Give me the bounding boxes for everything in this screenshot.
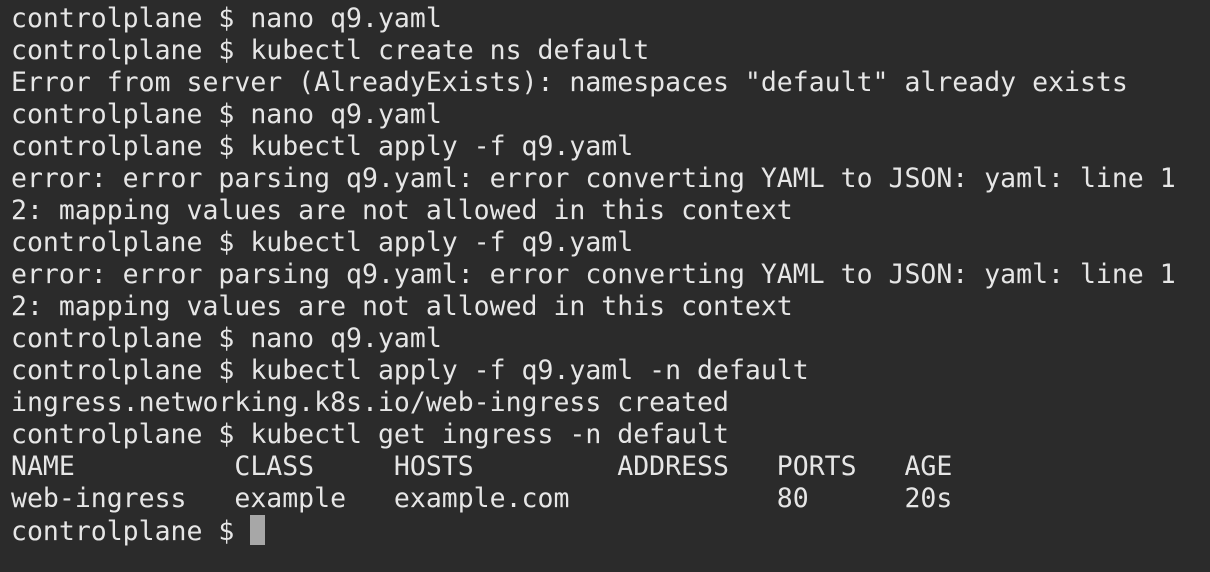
terminal-line-12: controlplane $ kubectl apply -f q9.yaml … [11,355,809,386]
terminal-line-6: error: error parsing q9.yaml: error conv… [11,163,1176,194]
text-cursor [250,515,266,545]
table-header-row: NAME CLASS HOSTS ADDRESS PORTS AGE [11,451,953,482]
terminal-line-10: 2: mapping values are not allowed in thi… [11,291,793,322]
terminal-line-4: controlplane $ nano q9.yaml [11,99,442,130]
terminal-line-14: controlplane $ kubectl get ingress -n de… [11,419,729,450]
terminal-line-13: ingress.networking.k8s.io/web-ingress cr… [11,387,729,418]
terminal-line-8: controlplane $ kubectl apply -f q9.yaml [11,227,634,258]
terminal-line-1: controlplane $ nano q9.yaml [11,3,442,34]
prompt-text: controlplane $ [11,516,251,547]
terminal-line-11: controlplane $ nano q9.yaml [11,323,442,354]
terminal-line-3: Error from server (AlreadyExists): names… [11,67,1128,98]
terminal-line-7: 2: mapping values are not allowed in thi… [11,195,793,226]
current-prompt-line[interactable]: controlplane $ [11,515,1210,547]
terminal-line-2: controlplane $ kubectl create ns default [11,35,650,66]
terminal-line-9: error: error parsing q9.yaml: error conv… [11,259,1176,290]
terminal-window[interactable]: controlplane $ nano q9.yaml controlplane… [0,0,1210,572]
terminal-line-5: controlplane $ kubectl apply -f q9.yaml [11,131,634,162]
table-row: web-ingress example example.com 80 20s [11,483,953,514]
